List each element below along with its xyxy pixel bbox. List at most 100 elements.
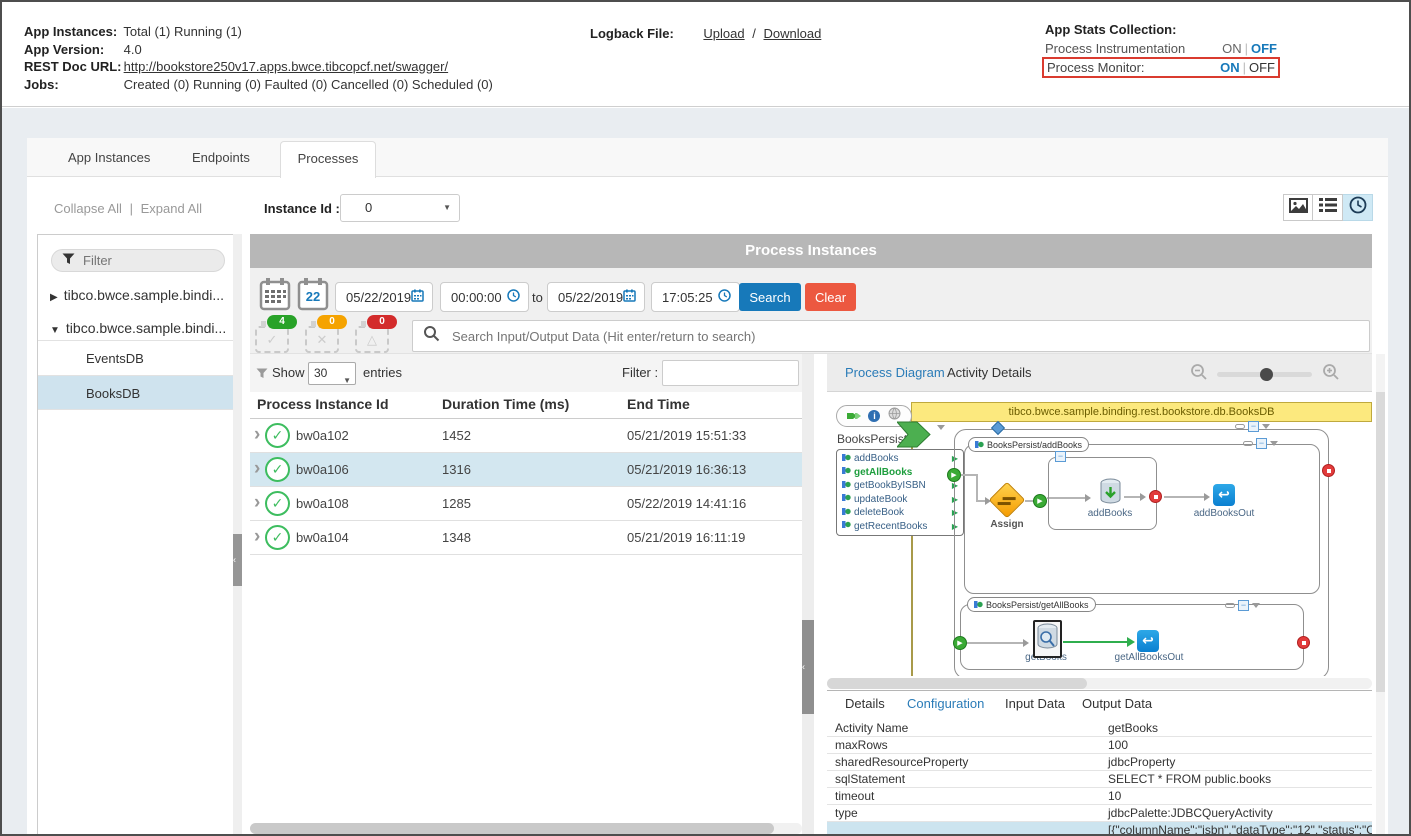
- tree-panel-divider-handle[interactable]: ‹: [233, 534, 242, 586]
- column-header-process-instance-id[interactable]: Process Instance Id: [257, 396, 389, 412]
- io-search-box[interactable]: [412, 320, 1370, 352]
- operation-updatebook[interactable]: updateBook ▶: [842, 493, 958, 507]
- operation-getrecentbooks[interactable]: getRecentBooks ▶: [842, 520, 958, 534]
- addbooksout-activity-icon[interactable]: ↩: [1213, 484, 1235, 506]
- diagram-hscrollbar-thumb[interactable]: [827, 678, 1087, 689]
- calendar-day-icon[interactable]: 22: [297, 277, 329, 311]
- table-header: Process Instance Id Duration Time (ms) E…: [250, 392, 802, 419]
- table-hscrollbar-thumb[interactable]: [250, 823, 774, 834]
- right-vscrollbar-thumb[interactable]: [1376, 392, 1385, 692]
- tab-processes[interactable]: Processes: [280, 141, 376, 178]
- chevron-down-icon[interactable]: [937, 430, 945, 448]
- search-button[interactable]: Search: [739, 283, 801, 311]
- table-row[interactable]: › ✓ bw0a108 1285 05/22/2019 14:41:16: [250, 487, 802, 521]
- end-time-value: 05/21/2019 16:36:13: [627, 462, 746, 477]
- list-view-button[interactable]: [1313, 194, 1343, 221]
- expand-row-icon[interactable]: ›: [254, 458, 260, 480]
- column-header-end-time[interactable]: End Time: [627, 396, 690, 412]
- operation-addbooks[interactable]: addBooks ▶: [842, 452, 958, 466]
- logback-download-link[interactable]: Download: [764, 26, 822, 41]
- failed-filter-button[interactable]: ✕ 0: [305, 321, 343, 353]
- process-diagram-canvas[interactable]: tibco.bwce.sample.binding.rest.bookstore…: [827, 392, 1372, 676]
- triangle-down-icon: ▼: [50, 325, 60, 336]
- tree-item-eventsdb[interactable]: EventsDB: [38, 340, 239, 375]
- tree-filter[interactable]: [51, 249, 225, 272]
- from-time-field[interactable]: 00:00:00: [440, 282, 529, 312]
- process-instance-id: bw0a106: [296, 462, 349, 477]
- collapse-icon[interactable]: −: [1256, 438, 1267, 449]
- group-addbooks-label[interactable]: BooksPersist/addBooks: [968, 437, 1089, 452]
- collapse-icon[interactable]: −: [1238, 600, 1249, 611]
- tab-process-diagram[interactable]: Process Diagram: [845, 365, 945, 380]
- tab-details[interactable]: Details: [845, 696, 885, 711]
- operation-getbookbyisbn[interactable]: getBookByISBN ▶: [842, 479, 958, 493]
- collapse-icon[interactable]: −: [1055, 451, 1066, 462]
- success-arrowhead-icon: [1127, 637, 1135, 647]
- connector-line: [967, 642, 1025, 644]
- success-icon: ✓: [255, 326, 289, 353]
- tab-input-data[interactable]: Input Data: [1005, 696, 1065, 711]
- panel-divider-handle[interactable]: ‹: [802, 620, 814, 714]
- zoom-slider-thumb[interactable]: [1260, 368, 1273, 381]
- run-icon[interactable]: [847, 407, 861, 425]
- process-instrumentation-on-toggle[interactable]: ON: [1222, 41, 1242, 56]
- process-monitor-off-toggle[interactable]: OFF: [1249, 60, 1275, 75]
- table-row[interactable]: › ✓ bw0a102 1452 05/21/2019 15:51:33: [250, 419, 802, 453]
- zoom-slider[interactable]: [1217, 372, 1312, 377]
- to-date-field[interactable]: 05/22/2019: [547, 282, 645, 312]
- zoom-in-icon[interactable]: [1322, 363, 1340, 384]
- tree-item-collapsed[interactable]: ▶tibco.bwce.sample.bindi...: [50, 287, 224, 303]
- group-getallbooks-label[interactable]: BooksPersist/getAllBooks: [967, 597, 1096, 612]
- tab-configuration[interactable]: Configuration: [907, 696, 984, 711]
- tab-endpoints[interactable]: Endpoints: [192, 138, 250, 177]
- success-filter-button[interactable]: ✓ 4: [255, 321, 293, 353]
- getbooks-activity-icon-selected[interactable]: [1033, 620, 1062, 658]
- rest-doc-link[interactable]: http://bookstore250v17.apps.bwce.tibcopc…: [124, 59, 448, 74]
- process-instances-table-panel: Show 30 ▼ entries Filter : Process Insta…: [250, 354, 802, 822]
- collapse-icon[interactable]: −: [1248, 421, 1259, 432]
- image-view-button[interactable]: [1283, 194, 1313, 221]
- app-instances-value: Total (1) Running (1): [123, 24, 242, 39]
- page-size-select[interactable]: 30 ▼: [308, 362, 356, 385]
- tab-activity-details[interactable]: Activity Details: [947, 365, 1032, 380]
- tree-item-expanded[interactable]: ▼tibco.bwce.sample.bindi...: [50, 320, 226, 336]
- table-row-selected[interactable]: › ✓ bw0a106 1316 05/21/2019 16:36:13: [250, 453, 802, 487]
- to-time-field[interactable]: 17:05:25: [651, 282, 740, 312]
- instance-id-select[interactable]: 0 ▼: [340, 194, 460, 222]
- operation-deletebook[interactable]: deleteBook ▶: [842, 506, 958, 520]
- warning-filter-button[interactable]: △ 0: [355, 321, 393, 353]
- tab-app-instances[interactable]: App Instances: [68, 138, 150, 177]
- tab-output-data[interactable]: Output Data: [1082, 696, 1152, 711]
- tree-item-booksdb[interactable]: BooksDB: [38, 375, 239, 410]
- expand-all-link[interactable]: Expand All: [141, 201, 202, 216]
- collapse-left-icon: ‹: [802, 663, 805, 672]
- process-monitor-highlight-box: Process Monitor: ON|OFF: [1042, 57, 1280, 78]
- property-row-highlighted[interactable]: [{"columnName":"isbn","dataType":"12","s…: [827, 822, 1372, 836]
- calendar-range-icon[interactable]: [259, 277, 291, 316]
- io-search-input[interactable]: [452, 329, 1359, 344]
- history-view-button[interactable]: [1343, 194, 1373, 221]
- logback-upload-link[interactable]: Upload: [703, 26, 744, 41]
- table-row[interactable]: › ✓ bw0a104 1348 05/21/2019 16:11:19: [250, 521, 802, 555]
- app-header: App Instances: Total (1) Running (1) App…: [2, 2, 1409, 107]
- expand-row-icon[interactable]: ›: [254, 526, 260, 548]
- getallbooksout-activity-icon[interactable]: ↩: [1137, 630, 1159, 652]
- process-monitor-row: Process Monitor: ON|OFF: [1047, 60, 1275, 75]
- expand-row-icon[interactable]: ›: [254, 492, 260, 514]
- activity-label: Assign: [982, 519, 1032, 530]
- tree-filter-input[interactable]: [83, 253, 193, 268]
- expand-row-icon[interactable]: ›: [254, 424, 260, 446]
- zoom-out-icon[interactable]: [1190, 363, 1208, 384]
- table-filter-input[interactable]: [662, 360, 799, 386]
- from-date-field[interactable]: 05/22/2019: [335, 282, 433, 312]
- addbooks-activity-icon[interactable]: [1099, 478, 1122, 510]
- activity-label: getAllBooksOut: [1107, 652, 1191, 663]
- process-monitor-on-toggle[interactable]: ON: [1220, 60, 1240, 75]
- process-instrumentation-off-toggle[interactable]: OFF: [1251, 41, 1277, 56]
- end-time-value: 05/21/2019 15:51:33: [627, 428, 746, 443]
- operation-getallbooks[interactable]: getAllBooks ▶: [842, 466, 958, 480]
- clear-button[interactable]: Clear: [805, 283, 856, 311]
- collapse-all-link[interactable]: Collapse All: [54, 201, 122, 216]
- column-header-duration[interactable]: Duration Time (ms): [442, 396, 569, 412]
- info-icon[interactable]: i: [868, 410, 880, 422]
